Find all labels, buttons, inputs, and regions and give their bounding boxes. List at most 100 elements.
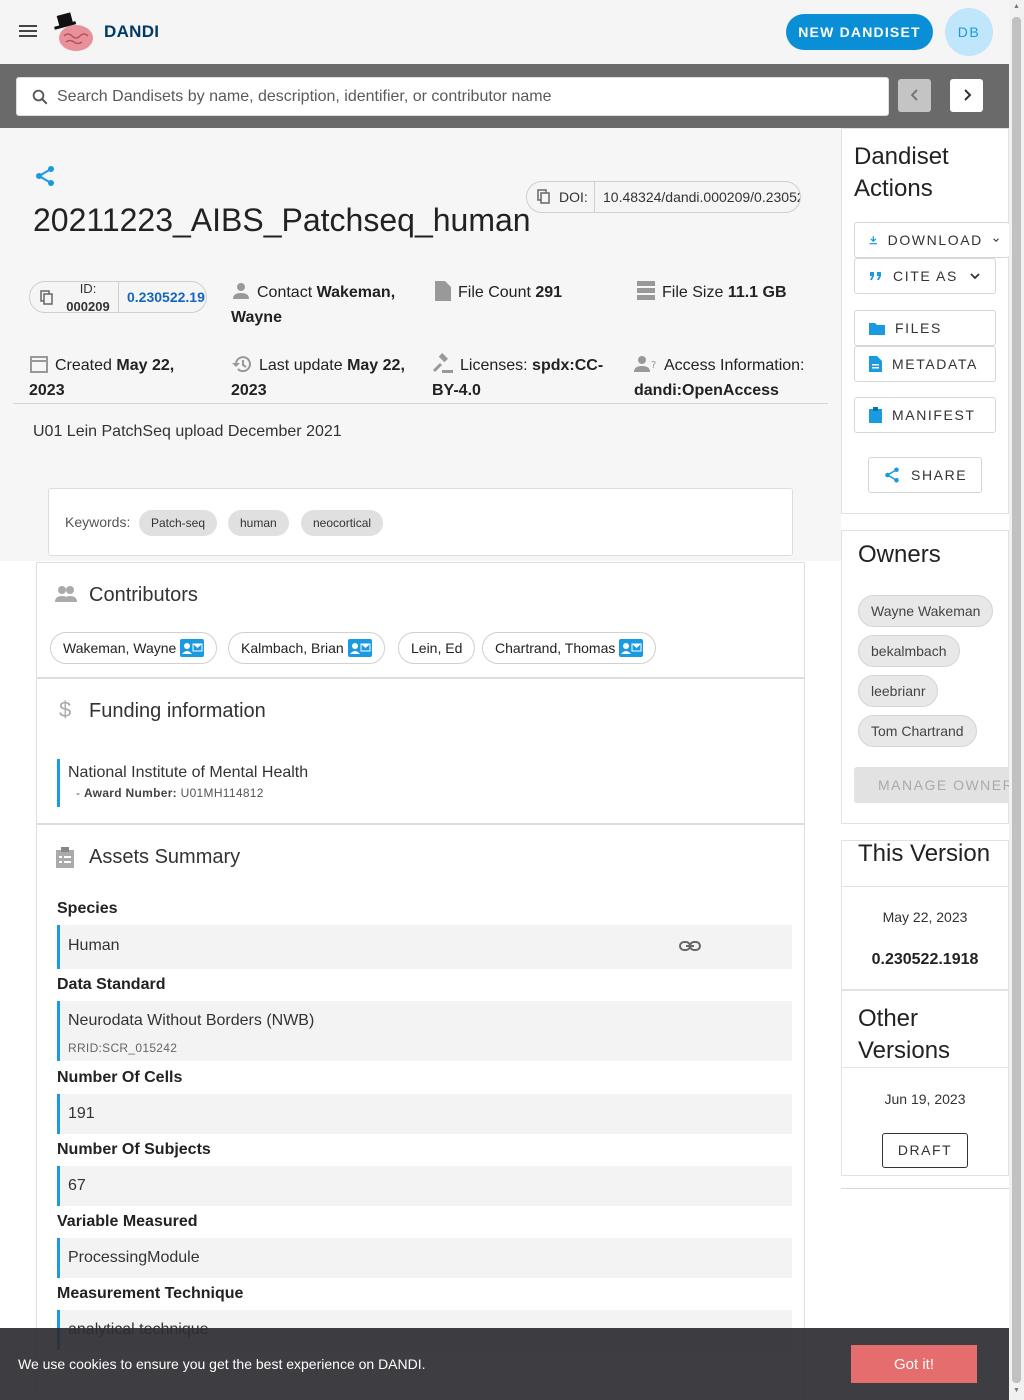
files-button[interactable]: FILES [854,310,996,346]
dandi-logo-icon[interactable] [52,10,96,54]
contact-card-icon [180,639,205,657]
technique-label: Measurement Technique [57,1285,244,1302]
last-update-label: Last update [259,357,343,374]
cells-row: 191 [57,1094,792,1134]
metadata-button[interactable]: METADATA [854,346,996,382]
manage-owners-button[interactable]: MANAGE OWNERS [854,767,1010,803]
contact-card-icon [347,639,372,657]
chevron-down-icon [970,273,980,280]
access-info: ? Access Information: dandi:OpenAccess [634,353,814,403]
share-icon[interactable] [33,164,57,188]
assets-summary-title: Assets Summary [89,846,241,868]
contact-value: Wakeman, Wayne [231,284,396,326]
clipboard-icon [869,407,882,423]
file-icon [435,281,451,302]
scroll-down-icon[interactable]: ▼ [1012,1387,1021,1394]
dandiset-header: 20211223_AIBS_Patchseq_human DOI: 10.483… [0,128,841,561]
file-size-value: 11.1 GB [727,284,787,301]
scroll-up-icon[interactable]: ▲ [1012,3,1021,10]
chevron-down-icon [993,238,999,243]
contributor-chip[interactable]: Lein, Ed [398,632,476,664]
subjects-value: 67 [68,1177,86,1194]
doi-chip[interactable]: DOI: 10.48324/dandi.000209/0.230522.1918 [526,181,801,213]
assets-summary-card: Assets Summary Species Human Data Standa… [36,824,805,1400]
link-icon[interactable] [679,938,701,954]
next-page-button[interactable] [950,79,983,112]
dandiset-title: 20211223_AIBS_Patchseq_human [33,202,531,238]
brand-name[interactable]: DANDI [104,22,159,42]
file-size-info: File Size 11.1 GB [636,280,816,305]
accept-cookies-button[interactable]: Got it! [851,1345,977,1383]
keyword-chip[interactable]: neocortical [301,510,384,536]
species-label: Species [57,900,118,917]
id-chip[interactable]: ID: 000209 0.230522.1918 [29,281,207,313]
keyword-chip[interactable]: human [228,510,289,536]
this-version-number[interactable]: 0.230522.1918 [842,951,1008,969]
owners-title: Owners [858,541,941,568]
user-avatar[interactable]: DB [945,8,993,56]
owner-chip[interactable]: leebrianr [858,675,939,707]
copy-icon[interactable] [537,189,551,205]
version-value[interactable]: 0.230522.1918 [118,282,206,312]
download-icon [869,236,877,245]
file-count-label: File Count [458,284,531,301]
subjects-row: 67 [57,1166,792,1206]
metadata-label: METADATA [892,356,978,372]
this-version-title: This Version [858,840,991,867]
species-row: Human [57,925,792,969]
created-label: Created [55,357,112,374]
file-count-value: 291 [535,284,563,301]
manage-owners-label: MANAGE OWNERS [878,777,1010,793]
share-button[interactable]: SHARE [868,457,982,493]
person-question-icon: ? [634,356,656,373]
keyword-chip[interactable]: Patch-seq [139,510,218,536]
cells-label: Number Of Cells [57,1069,183,1086]
contributor-chip[interactable]: Wakeman, Wayne [50,632,218,664]
owners-panel: Owners Wayne Wakeman bekalmbach leebrian… [841,530,1010,824]
keywords-card: Keywords: Patch-seq human neocortical [48,488,793,556]
award-number: - Award Number: U01MH114812 [76,786,264,800]
contributor-name: Lein, Ed [411,640,463,656]
doi-label: DOI: [559,189,588,205]
funder-name: National Institute of Mental Health [68,764,309,781]
last-update-info: Last update May 22, 2023 [231,353,421,403]
chevron-left-icon [910,89,918,101]
download-button[interactable]: DOWNLOAD [854,222,1009,258]
svg-text:?: ? [651,360,656,371]
contact-label: Contact [257,284,313,301]
doi-value[interactable]: 10.48324/dandi.000209/0.230522.1918 [594,182,800,212]
created-info: Created May 22, 2023 [29,353,209,403]
manifest-button[interactable]: MANIFEST [854,397,996,433]
divider [842,1067,1008,1068]
draft-version-button[interactable]: DRAFT [882,1133,968,1168]
funding-card: $ Funding information National Institute… [36,678,805,824]
contributor-chip[interactable]: Chartrand, Thomas [482,632,657,664]
clipboard-icon [56,847,74,868]
variable-label: Variable Measured [57,1213,198,1230]
divider [841,1188,1009,1189]
owner-chip[interactable]: Tom Chartrand [858,715,977,747]
search-input[interactable] [55,78,875,115]
owner-chip[interactable]: bekalmbach [858,635,960,667]
search-bar [0,64,1009,128]
previous-page-button[interactable] [898,79,931,112]
cite-as-button[interactable]: CITE AS [854,258,996,294]
person-icon [233,283,249,300]
folder-icon [869,322,885,335]
data-standard-rrid: RRID:SCR_015242 [68,1041,178,1055]
menu-icon[interactable] [16,20,40,44]
accent-bar [57,759,60,807]
copy-icon[interactable] [40,290,54,306]
cookie-banner: We use cookies to ensure you get the bes… [0,1328,1009,1400]
new-dandiset-button[interactable]: NEW DANDISET [786,14,933,50]
search-icon [32,89,48,105]
id-label: ID: [79,281,97,296]
funding-title: Funding information [89,700,266,722]
keywords-label: Keywords: [65,514,131,530]
scrollbar-thumb[interactable] [1012,17,1021,1383]
contributor-chip[interactable]: Kalmbach, Brian [228,632,385,664]
variable-value: ProcessingModule [68,1249,200,1266]
other-version-date: Jun 19, 2023 [884,1091,966,1107]
owner-chip[interactable]: Wayne Wakeman [858,595,994,627]
share-icon [885,467,899,483]
